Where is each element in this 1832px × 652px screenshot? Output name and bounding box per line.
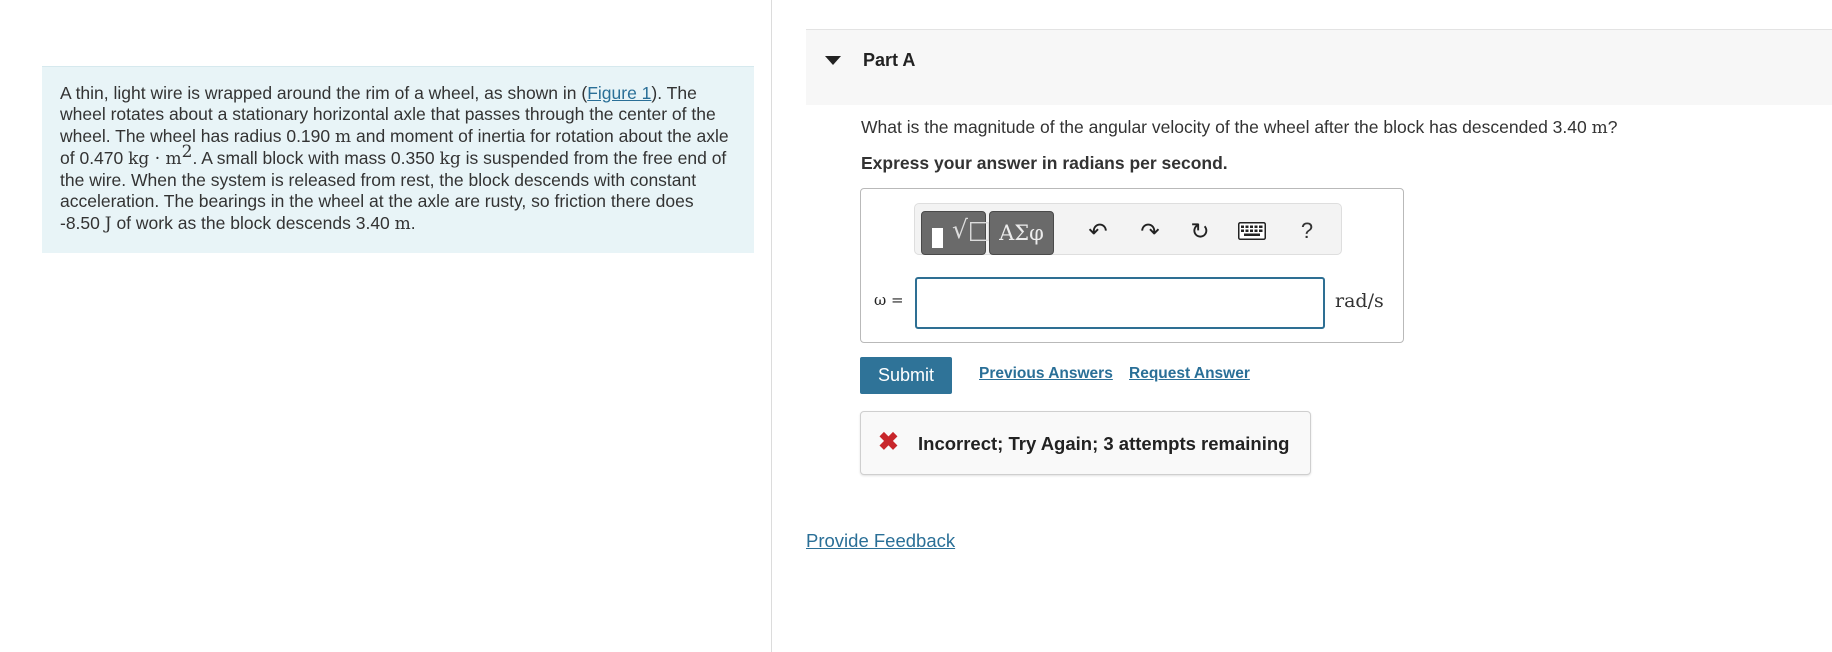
collapse-triangle-icon[interactable]	[825, 56, 841, 65]
question-body: What is the magnitude of the angular vel…	[861, 117, 1592, 137]
x-mark-icon: ✖	[878, 428, 899, 456]
previous-answers-link[interactable]: Previous Answers	[979, 365, 1113, 383]
problem-column: A thin, light wire is wrapped around the…	[0, 0, 772, 652]
answer-input[interactable]	[915, 277, 1325, 329]
problem-text: .	[410, 212, 416, 233]
problem-text: and moment of inertia for rotation about…	[351, 125, 729, 146]
problem-text: wheel. The wheel has radius 0.190	[60, 125, 335, 146]
unit-symbol: kg	[439, 148, 461, 169]
submit-button[interactable]: Submit	[860, 357, 952, 394]
problem-text: of work as the block descends 3.40	[111, 212, 395, 233]
part-a-header[interactable]: Part A	[806, 29, 1832, 105]
greek-letters-button[interactable]: ΑΣφ	[989, 211, 1054, 255]
problem-line-4: of 0.470 kg · m2. A small block with mas…	[60, 144, 736, 170]
problem-line-1: A thin, light wire is wrapped around the…	[60, 83, 736, 104]
help-icon[interactable]: ?	[1292, 217, 1322, 245]
problem-text: ). The	[651, 83, 697, 103]
unit-symbol: J	[104, 213, 112, 234]
problem-line-7: -8.50 J of work as the block descends 3.…	[60, 213, 736, 235]
problem-text: of 0.470	[60, 147, 129, 168]
provide-feedback-link[interactable]: Provide Feedback	[806, 530, 955, 552]
answer-instruction: Express your answer in radians per secon…	[861, 153, 1228, 173]
unit-symbol: m	[394, 213, 411, 234]
feedback-text: Incorrect; Try Again; 3 attempts remaini…	[918, 433, 1290, 454]
part-title: Part A	[863, 50, 916, 70]
problem-line-3: wheel. The wheel has radius 0.190 m and …	[60, 126, 736, 148]
radical-glyph: √□	[952, 215, 992, 244]
request-answer-link[interactable]: Request Answer	[1129, 365, 1250, 383]
feedback-message: ✖ Incorrect; Try Again; 3 attempts remai…	[860, 411, 1311, 475]
template-radical-icon[interactable]: √□	[921, 211, 992, 255]
problem-text: . A small block with mass 0.350	[192, 147, 440, 168]
problem-text: is suspended from the free end of	[460, 147, 727, 168]
problem-line-2: wheel rotates about a stationary horizon…	[60, 104, 716, 125]
placeholder-block	[932, 228, 943, 248]
unit-exponent: 2	[181, 142, 193, 163]
undo-icon[interactable]: ↶	[1083, 217, 1113, 245]
unit-symbol: m	[1591, 118, 1608, 138]
keyboard-icon[interactable]	[1235, 217, 1269, 245]
problem-statement: A thin, light wire is wrapped around the…	[42, 66, 754, 253]
unit-symbol: kg · m	[128, 148, 182, 169]
problem-line-6: acceleration. The bearings in the wheel …	[60, 191, 694, 212]
unit-label: rad/s	[1335, 290, 1384, 312]
question-text: What is the magnitude of the angular vel…	[861, 117, 1617, 138]
figure-1-link[interactable]: Figure 1	[587, 83, 651, 103]
question-end: ?	[1607, 117, 1618, 137]
unit-symbol: m	[335, 126, 352, 147]
problem-text: -8.50	[60, 212, 105, 233]
reset-icon[interactable]: ↻	[1185, 217, 1215, 245]
answer-box: √□ ΑΣφ ↶ ↷ ↻ ? ω = rad/s	[860, 188, 1404, 343]
redo-icon[interactable]: ↷	[1135, 217, 1165, 245]
variable-label: ω =	[874, 291, 904, 309]
math-toolbar: √□ ΑΣφ ↶ ↷ ↻ ?	[914, 203, 1342, 255]
problem-line-5: the wire. When the system is released fr…	[60, 170, 697, 191]
problem-text: A thin, light wire is wrapped around the…	[60, 83, 588, 103]
